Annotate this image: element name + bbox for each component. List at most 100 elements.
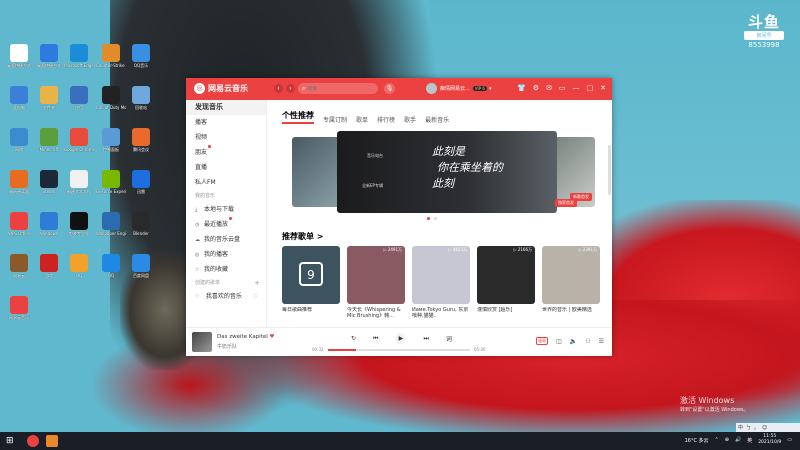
chevron-down-icon[interactable]: ▾ — [489, 86, 492, 92]
taskbar-app-icon[interactable] — [46, 435, 58, 447]
clock[interactable]: 11:55 2021/10/9 — [758, 434, 781, 446]
now-playing-title[interactable]: Das zweite Kapitel — [217, 334, 268, 340]
sidebar-my-item[interactable]: ☁ 我的音乐云盘 — [186, 232, 266, 247]
main-scrollbar[interactable] — [608, 145, 611, 195]
playlist-title[interactable]: 世界的音乐 | 欧美精选 — [542, 307, 600, 319]
weather-text[interactable]: 16°C 多云 — [685, 437, 709, 444]
sidebar-item-liked-music[interactable]: ♡ 我喜欢的音乐 ♡ — [186, 289, 266, 304]
windows-start-icon[interactable]: ⊞ — [6, 436, 14, 446]
sidebar-item[interactable]: 朋友 — [186, 145, 266, 160]
desktop-icon[interactable]: QQ — [64, 254, 94, 278]
playlist-title[interactable]: 今天长《Whispering & Mic Brushing》韩... — [347, 307, 405, 319]
close-icon[interactable]: ✕ — [600, 84, 606, 93]
playlist-card[interactable]: ▷ 2491万今天长《Whispering & Mic Brushing》韩..… — [347, 246, 405, 319]
desktop-icon[interactable]: 百度网盘 — [126, 254, 156, 278]
tab[interactable]: 个性推荐 — [282, 110, 314, 124]
playlist-cover[interactable]: ▷ 2491万 — [347, 246, 405, 304]
previous-track-icon[interactable]: ⏮ — [373, 335, 378, 343]
sidebar-my-item[interactable]: ◷ 最近播放 — [186, 217, 266, 232]
desktop-icon[interactable]: 腾讯会议 — [126, 128, 156, 152]
sidebar-item[interactable]: 私人FM — [186, 175, 266, 190]
ime-button[interactable]: ☺ — [762, 425, 767, 431]
mail-icon[interactable]: ✉ — [546, 84, 552, 93]
sidebar-my-item[interactable]: ◎ 我的播客 — [186, 247, 266, 262]
banner-main-image[interactable]: 音乐电台 全新EP专辑 此刻是 你在乘坐着的 此刻 独家首发 — [337, 131, 577, 213]
playlist-queue-icon[interactable]: ☰ — [599, 338, 604, 345]
now-playing-artist[interactable]: 牛奶乐队 — [217, 343, 237, 350]
desktop-icon[interactable]: 迅雷 — [126, 170, 156, 194]
tray-arrow-icon[interactable]: ⌃ — [715, 437, 719, 443]
now-playing-cover[interactable] — [192, 332, 212, 352]
vip-badge[interactable]: VIP 6 — [472, 86, 487, 91]
desktop-icon[interactable]: 控制面板 — [96, 128, 126, 152]
volume-icon[interactable]: 🔈 — [570, 338, 577, 345]
desktop-icon[interactable]: 网易云音乐 — [4, 296, 34, 320]
recommended-playlists-title[interactable]: 推荐歌单 > — [282, 231, 324, 242]
playlist-cover[interactable]: 9 — [282, 246, 340, 304]
sidebar-my-item[interactable]: ⤓ 本地与下载 — [186, 202, 266, 217]
playlist-title[interactable]: 谨慎欣赏 [超乐] — [477, 307, 535, 319]
tab[interactable]: 专属订制 — [323, 115, 347, 124]
notification-icon[interactable]: ▭ — [787, 437, 792, 443]
desktop-icon[interactable]: 此电脑 — [4, 86, 34, 110]
banner-dot[interactable] — [434, 217, 437, 220]
quality-badge[interactable]: 极高 — [536, 337, 549, 345]
search-input[interactable] — [305, 85, 370, 92]
maximize-icon[interactable]: □ — [587, 84, 594, 93]
add-playlist-icon[interactable]: + — [254, 277, 260, 289]
sound-effect-icon[interactable]: ◫ — [556, 338, 562, 345]
desktop-icon[interactable]: 应用 — [64, 86, 94, 110]
sidebar-item[interactable]: 直播 — [186, 160, 266, 175]
desktop-icon[interactable]: 网易云 — [4, 254, 34, 278]
progress-bar[interactable] — [328, 349, 470, 351]
desktop-icon[interactable]: QQ — [96, 254, 126, 278]
tab[interactable]: 歌单 — [356, 115, 368, 124]
title-bar[interactable]: ◎ 网易云音乐 ‹ › ⌕ 🎙 痴情网易云... VIP 6 ▾ 👕 ⚙ ✉ ▭… — [186, 78, 612, 100]
desktop-icon[interactable]: Microsoft Edge — [64, 44, 94, 68]
sidebar-item[interactable]: 发现音乐 — [186, 100, 266, 115]
minimize-icon[interactable]: — — [573, 84, 580, 93]
playlist-title[interactable]: Иамe.Tokyo Guru, 东京喰种,猫猫.. — [412, 307, 470, 319]
sidebar-my-item[interactable]: ☆ 我的收藏 — [186, 262, 266, 277]
play-button[interactable]: ▶ — [395, 333, 407, 344]
tab[interactable]: 歌手 — [404, 115, 416, 124]
back-arrow-icon[interactable]: ‹ — [274, 84, 283, 93]
ime-button[interactable]: 中 — [738, 424, 743, 431]
playlist-card[interactable]: ▷ 2391万世界的音乐 | 欧美精选 — [542, 246, 600, 319]
playlist-cover[interactable]: ▷ 2166万 — [477, 246, 535, 304]
skin-icon[interactable]: 👕 — [517, 84, 526, 93]
playlist-card[interactable]: 9 每日歌曲推荐 — [282, 246, 340, 319]
desktop-icon[interactable]: Minecraft — [34, 128, 64, 152]
sidebar-item[interactable]: 播客 — [186, 115, 266, 130]
heart-mode-icon[interactable]: ♡ — [253, 289, 258, 304]
banner-carousel[interactable]: 新歌首发 音乐电台 全新EP专辑 此刻是 你在乘坐着的 此刻 独家首发 — [292, 131, 595, 213]
desktop-icon[interactable]: Wallpaper Engine — [96, 212, 126, 236]
ime-button[interactable]: ㄅ — [746, 424, 751, 431]
playlist-title[interactable]: 每日歌曲推荐 — [282, 307, 340, 319]
desktop-icon[interactable]: 新建文本文档 — [64, 170, 94, 194]
desktop-icon[interactable]: Call of Duty Modern Warfare — [96, 86, 126, 110]
listen-together-icon[interactable]: ⚇ — [585, 338, 590, 345]
desktop-icon[interactable]: 剪映专业版 — [64, 212, 94, 236]
settings-icon[interactable]: ⚙ — [533, 84, 539, 93]
desktop-icon[interactable]: QQ音乐 — [126, 44, 156, 68]
playlist-cover[interactable]: ▷ 2391万 — [542, 246, 600, 304]
desktop-icon[interactable]: Google Chrome — [64, 128, 94, 152]
desktop-icon[interactable]: 福昕阅读器 — [4, 170, 34, 194]
desktop-icon[interactable]: Blender — [126, 212, 156, 236]
forward-arrow-icon[interactable]: › — [286, 84, 295, 93]
user-name[interactable]: 痴情网易云... — [440, 85, 470, 92]
playlist-card[interactable]: ▷ 4423万 Иамe.Tokyo Guru, 东京喰种,猫猫.. — [412, 246, 470, 319]
desktop-icon[interactable]: Steam — [34, 170, 64, 194]
ime-indicator-icon[interactable]: 英 — [747, 437, 752, 444]
desktop-icon[interactable]: Counter-Strike Global Offensive — [96, 44, 126, 68]
lyrics-icon[interactable]: 词 — [446, 334, 452, 343]
avatar[interactable] — [426, 83, 437, 94]
playlist-card[interactable]: ▷ 2166万谨慎欣赏 [超乐] — [477, 246, 535, 319]
desktop-icon[interactable]: 回收站 — [126, 86, 156, 110]
created-playlists-header[interactable]: 创建的歌单 + — [186, 277, 266, 289]
loop-icon[interactable]: ↻ — [351, 335, 356, 342]
user-info[interactable]: 痴情网易云... VIP 6 ▾ — [426, 83, 491, 94]
playlist-cover[interactable]: ▷ 4423万 — [412, 246, 470, 304]
tab[interactable]: 排行榜 — [377, 115, 395, 124]
